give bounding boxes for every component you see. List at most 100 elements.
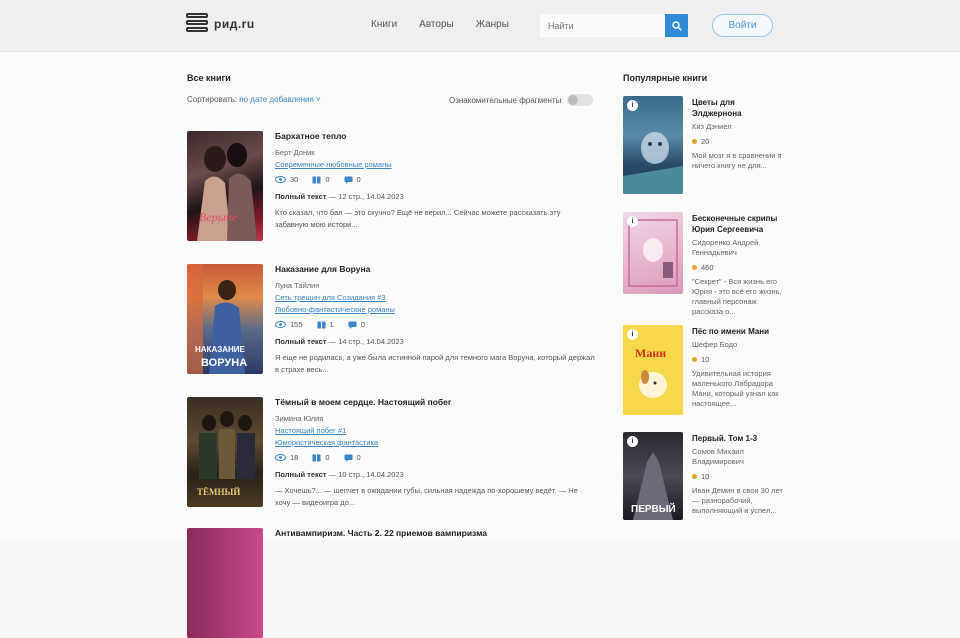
cover-art-icon: Верьте: [197, 143, 257, 241]
cover-art-icon: НАКАЗАНИЕ ВОРУНА: [187, 264, 247, 374]
book-info: Антивампиризм. Часть 2. 22 приемов вампи…: [275, 528, 595, 545]
book-author[interactable]: Луна Тайлин: [275, 281, 595, 290]
login-button[interactable]: Войти: [712, 14, 773, 37]
popular-rating: 20: [692, 137, 784, 146]
popular-info: Пёс по имени Мани Шефер Бодо 10 Удивител…: [692, 326, 784, 409]
book-title[interactable]: Бархатное тепло: [275, 131, 595, 141]
star-icon: [692, 139, 697, 144]
popular-rating: 460: [692, 263, 784, 272]
sort-label: Сортировать:: [187, 95, 238, 104]
book-info: Тёмный в моем сердце. Настоящий побег Зи…: [275, 397, 595, 509]
views-count: 155: [290, 320, 303, 329]
search-icon: [671, 20, 682, 31]
popular-cover[interactable]: ПЕРВЫЙ i: [623, 432, 683, 520]
book-cover[interactable]: [187, 528, 263, 638]
popular-book-author[interactable]: Киз Дэниел: [692, 122, 784, 132]
comment-icon: [348, 321, 357, 329]
book-cover[interactable]: ТЁМНЫЙ: [187, 397, 263, 507]
books-stack-icon: [186, 13, 208, 35]
book-stats: 30 0 0: [275, 175, 595, 184]
popular-cover[interactable]: i: [623, 96, 683, 194]
book-info: Наказание для Воруна Луна Тайлин Сеть тр…: [275, 264, 595, 376]
sort-control: Сортировать: по дате добавления ˅: [187, 95, 321, 104]
book-cover[interactable]: НАКАЗАНИЕ ВОРУНА: [187, 264, 263, 374]
search-button[interactable]: [665, 14, 688, 37]
book-series-link[interactable]: Сеть трещин для Созидания #3: [275, 293, 595, 302]
sort-dropdown[interactable]: по дате добавления ˅: [239, 95, 320, 104]
book-genre-link[interactable]: Любовно-фантастические романы: [275, 305, 595, 314]
page-title: Все книги: [187, 73, 231, 83]
popular-rating: 10: [692, 355, 784, 364]
logo-text: рид.ru: [214, 17, 255, 31]
fragments-toggle-label: Ознакомительные фрагменты: [449, 95, 562, 105]
book-title[interactable]: Антивампиризм. Часть 2. 22 приемов вампи…: [275, 528, 595, 538]
popular-description: Удивительная история маленького Лабрадор…: [692, 369, 779, 408]
book-full-text: Полный текст — 12 стр., 14.04.2023: [275, 192, 404, 201]
book-title[interactable]: Наказание для Воруна: [275, 264, 595, 274]
svg-text:Верьте: Верьте: [199, 210, 238, 224]
popular-cover[interactable]: Мани i: [623, 325, 683, 415]
svg-text:ТЁМНЫЙ: ТЁМНЫЙ: [197, 487, 240, 497]
views-count: 30: [290, 175, 299, 184]
eye-icon: [275, 321, 286, 328]
star-icon: [692, 265, 697, 270]
info-badge: i: [627, 100, 638, 111]
popular-cover[interactable]: i: [623, 212, 683, 294]
book-genre-link[interactable]: Юмористическая фантастика: [275, 438, 595, 447]
popular-book-author[interactable]: Шефер Бодо: [692, 340, 784, 350]
cover-art-icon: ТЁМНЫЙ: [197, 411, 255, 497]
nav-books[interactable]: Книги: [371, 19, 397, 30]
svg-text:Мани: Мани: [635, 346, 666, 360]
book-full-text: Полный текст — 10 стр., 14.04.2023: [275, 470, 404, 479]
popular-book-title[interactable]: Пёс по имени Мани: [692, 326, 784, 337]
book-author[interactable]: Зимина Юлия: [275, 414, 595, 423]
fragments-toggle-row: Ознакомительные фрагменты: [449, 94, 594, 106]
star-icon: [692, 474, 697, 479]
book-full-text: Полный текст — 14 стр., 14.04.2023: [275, 337, 404, 346]
popular-book-title[interactable]: Бесконечные скрипы Юрия Сергеевича: [692, 213, 784, 235]
popular-title: Популярные книги: [623, 73, 708, 83]
popular-book-title[interactable]: Первый. Том 1-3: [692, 433, 784, 444]
popular-info: Цветы для Элджернона Киз Дэниел 20 Мой м…: [692, 97, 784, 171]
fragments-toggle[interactable]: [567, 94, 594, 106]
main-nav: Книги Авторы Жанры: [371, 19, 509, 30]
book-stats: 18 0 0: [275, 453, 595, 462]
svg-text:НАКАЗАНИЕ: НАКАЗАНИЕ: [195, 345, 246, 354]
search-bar: [540, 14, 688, 37]
comments-count: 0: [360, 320, 365, 329]
book-description: — Хочешь?... — шепчет в ожидании губы, с…: [275, 486, 578, 507]
popular-info: Бесконечные скрипы Юрия Сергеевича Сидор…: [692, 213, 784, 317]
info-badge: i: [627, 436, 638, 447]
comment-icon: [344, 454, 353, 462]
book-description: Я еще не родилась, а уже была истинной п…: [275, 353, 595, 374]
pages-count: 0: [325, 175, 330, 184]
book-series-link[interactable]: Настоящий побег #1: [275, 426, 595, 435]
eye-icon: [275, 454, 286, 461]
book-stats: 155 1 0: [275, 320, 595, 329]
book-cover[interactable]: Верьте: [187, 131, 263, 241]
info-badge: i: [627, 216, 638, 227]
popular-book-title[interactable]: Цветы для Элджернона: [692, 97, 784, 119]
nav-authors[interactable]: Авторы: [419, 19, 454, 30]
pages-count: 0: [325, 453, 330, 462]
book-open-icon: [312, 176, 321, 183]
book-author[interactable]: Берт Доник: [275, 148, 595, 157]
popular-description: "Секрет" - Вся жизнь его Юрия - это всё …: [692, 277, 782, 316]
popular-rating: 10: [692, 472, 784, 481]
site-logo[interactable]: рид.ru: [186, 13, 255, 35]
info-badge: i: [627, 329, 638, 340]
comment-icon: [344, 176, 353, 184]
popular-book-author[interactable]: Сидоренко Андрей Геннадьевич: [692, 238, 784, 258]
book-genre-link[interactable]: Современные любовные романы: [275, 160, 595, 169]
comments-count: 0: [356, 175, 361, 184]
search-input[interactable]: [540, 14, 665, 37]
popular-book-author[interactable]: Сомов Михаил Владимирович: [692, 447, 784, 467]
svg-text:ПЕРВЫЙ: ПЕРВЫЙ: [631, 502, 676, 515]
nav-genres[interactable]: Жанры: [476, 19, 509, 30]
book-title[interactable]: Тёмный в моем сердце. Настоящий побег: [275, 397, 595, 407]
star-icon: [692, 357, 697, 362]
main-content: Все книги Сортировать: по дате добавлени…: [0, 52, 960, 638]
book-open-icon: [312, 454, 321, 461]
book-info: Бархатное тепло Берт Доник Современные л…: [275, 131, 595, 231]
comments-count: 0: [356, 453, 361, 462]
